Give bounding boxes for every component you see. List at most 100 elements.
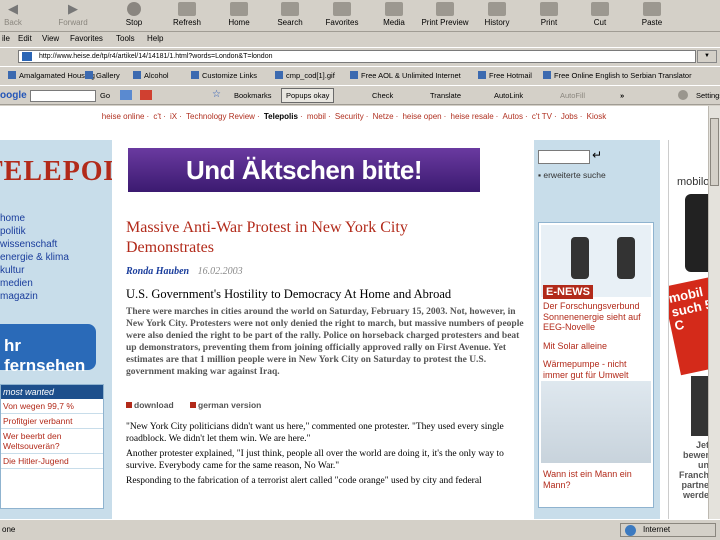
star-icon[interactable]: ☆: [212, 89, 221, 100]
menu-help[interactable]: Help: [147, 34, 163, 43]
address-input[interactable]: http://www.heise.de/tp/r4/artikel/14/141…: [18, 50, 696, 63]
links-bar: Amalgamated Housing Gallery Alcohol Cust…: [0, 66, 720, 84]
nav-energie-klima[interactable]: energie & klima: [0, 251, 69, 264]
favorites-button[interactable]: Favorites: [315, 2, 369, 30]
nav-medien[interactable]: medien: [0, 277, 69, 290]
back-button[interactable]: ◀ Back: [0, 2, 40, 30]
history-button[interactable]: History: [470, 2, 524, 30]
vertical-scrollbar[interactable]: [708, 106, 720, 519]
ad-text: Jet bewer un Franch partne werde: [678, 440, 708, 500]
print-preview-button[interactable]: Print Preview: [418, 2, 472, 30]
article-lead: There were marches in cities around the …: [126, 307, 524, 377]
link-item[interactable]: Customize Links: [191, 71, 257, 80]
most-wanted-item[interactable]: Die Hitler-Jugend: [1, 454, 103, 469]
paste-button[interactable]: Paste: [625, 2, 679, 30]
nav-jobs[interactable]: Jobs: [561, 112, 578, 121]
article-date: 16.02.2003: [197, 266, 243, 277]
download-link[interactable]: download: [134, 400, 174, 410]
article-body: "New York City politicians didn't want u…: [126, 422, 526, 492]
google-toolbar: oogle Go ☆ Bookmarks Popups okay Check T…: [0, 85, 720, 105]
nav-heise-resale[interactable]: heise resale: [451, 112, 494, 121]
menu-file[interactable]: ile: [2, 34, 10, 43]
link-item[interactable]: Free Hotmail: [478, 71, 532, 80]
nav-heise-open[interactable]: heise open: [402, 112, 441, 121]
refresh-button[interactable]: Refresh: [160, 2, 214, 30]
search-submit-icon[interactable]: ↵: [592, 148, 602, 162]
office-chair-image: [685, 194, 708, 272]
check-button[interactable]: Check: [372, 91, 393, 100]
hr-fernsehen-ad[interactable]: hr fernsehen: [0, 324, 96, 375]
print-button[interactable]: Print: [522, 2, 576, 30]
nav-heise-online[interactable]: heise online: [102, 112, 145, 121]
refresh-icon: [178, 2, 196, 16]
google-search-input[interactable]: [30, 90, 96, 102]
site-search-input[interactable]: [538, 150, 590, 164]
address-go-button[interactable]: ▼: [697, 50, 717, 63]
menu-view[interactable]: View: [42, 34, 59, 43]
link-item[interactable]: Amalgamated Housing: [8, 71, 95, 80]
scrollbar-thumb[interactable]: [710, 118, 719, 186]
menu-favorites[interactable]: Favorites: [70, 34, 103, 43]
link-item[interactable]: Alcohol: [133, 71, 169, 80]
nav-ct-tv[interactable]: c't TV: [532, 112, 552, 121]
link-item[interactable]: Gallery: [85, 71, 120, 80]
nav-kultur[interactable]: kultur: [0, 264, 69, 277]
google-icon[interactable]: [120, 90, 132, 100]
most-wanted-item[interactable]: Profitgier verbannt: [1, 414, 103, 429]
settings-button[interactable]: Settings: [696, 91, 720, 100]
advertisement[interactable]: mobilo mobil such 50 C Jet bewer un Fran…: [668, 140, 708, 519]
forward-arrow-icon: ▶: [68, 1, 78, 16]
forward-button[interactable]: ▶ Forward: [46, 2, 100, 30]
news-item[interactable]: Wärmepumpe - nicht immer gut für Umwelt: [543, 359, 651, 380]
translate-button[interactable]: Translate: [430, 91, 461, 100]
heise-navigation: heise online · c't · iX · Technology Review…: [101, 112, 607, 121]
more-chevron-icon[interactable]: »: [620, 91, 624, 100]
nav-security[interactable]: Security: [335, 112, 364, 121]
autofill-button[interactable]: AutoFill: [560, 91, 585, 100]
pagerank-icon[interactable]: [140, 90, 152, 100]
menu-tools[interactable]: Tools: [116, 34, 135, 43]
enews-box: E-NEWS Der Forschungsverbund Sonnenenerg…: [538, 222, 654, 508]
nav-kiosk[interactable]: Kiosk: [587, 112, 607, 121]
nav-ix[interactable]: iX: [170, 112, 177, 121]
link-item[interactable]: Free AOL & Unlimited Internet: [350, 71, 461, 80]
article-byline: Ronda Hauben 16.02.2003: [126, 266, 243, 277]
most-wanted-item[interactable]: Von wegen 99,7 %: [1, 399, 103, 414]
home-button[interactable]: Home: [212, 2, 266, 30]
link-item[interactable]: cmp_cod[1].gif: [275, 71, 335, 80]
autolink-button[interactable]: AutoLink: [494, 91, 523, 100]
german-version-link[interactable]: german version: [198, 400, 261, 410]
news-item[interactable]: Wann ist ein Mann ein Mann?: [543, 469, 651, 490]
media-button[interactable]: Media: [367, 2, 421, 30]
search-button[interactable]: Search: [263, 2, 317, 30]
popups-button[interactable]: Popups okay: [281, 88, 335, 103]
page-icon: [22, 52, 32, 61]
author-link[interactable]: Ronda Hauben: [126, 266, 189, 277]
nav-politik[interactable]: politik: [0, 225, 69, 238]
bookmarks-button[interactable]: Bookmarks: [234, 91, 272, 100]
nav-ct[interactable]: c't: [153, 112, 161, 121]
news-item[interactable]: Mit Solar alleine: [543, 341, 651, 352]
settings-icon[interactable]: [678, 90, 688, 100]
banner-ad[interactable]: Und Äktschen bitte!: [128, 148, 480, 192]
nav-telepolis[interactable]: Telepolis: [264, 112, 298, 121]
download-icon: [126, 402, 132, 408]
most-wanted-item[interactable]: Wer beerbt den Weltsouverän?: [1, 429, 103, 454]
print-preview-icon: [436, 2, 454, 16]
nav-autos[interactable]: Autos: [503, 112, 523, 121]
clipboard-icon: [643, 2, 661, 16]
menu-edit[interactable]: Edit: [18, 34, 32, 43]
nav-netze[interactable]: Netze: [373, 112, 394, 121]
nav-home[interactable]: home: [0, 212, 69, 225]
cut-button[interactable]: Cut: [573, 2, 627, 30]
nav-technology-review[interactable]: Technology Review: [186, 112, 255, 121]
google-go-button[interactable]: Go: [100, 91, 110, 100]
news-item[interactable]: Der Forschungsverbund Sonnenenergie sieh…: [543, 301, 651, 333]
stop-button[interactable]: Stop: [107, 2, 161, 30]
nav-wissenschaft[interactable]: wissenschaft: [0, 238, 69, 251]
nav-mobil[interactable]: mobil: [307, 112, 326, 121]
web-page: heise online · c't · iX · Technology Review…: [0, 106, 708, 519]
nav-magazin[interactable]: magazin: [0, 290, 69, 303]
advanced-search-link[interactable]: ▪ erweiterte suche: [538, 170, 606, 180]
link-item[interactable]: Free Online English to Serbian Translato…: [543, 71, 692, 80]
